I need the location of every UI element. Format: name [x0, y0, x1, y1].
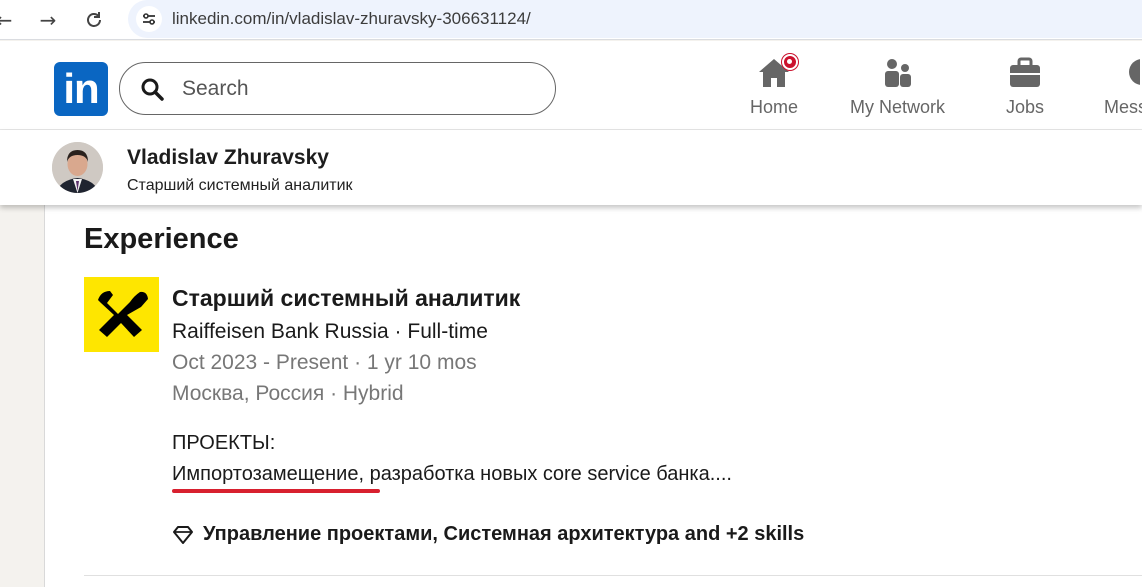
- notification-badge: [782, 54, 798, 70]
- browser-toolbar: ← → linkedin.com/in/vladislav-zhuravsky-…: [0, 0, 1142, 40]
- red-underline-annotation: [172, 489, 380, 493]
- nav-messaging-label: Mess: [1104, 97, 1142, 117]
- home-icon: [756, 54, 798, 91]
- messaging-icon: [1104, 55, 1142, 91]
- search-icon: [141, 78, 164, 101]
- dates-line: Oct 2023 - Present · 1 yr 10 mos: [172, 351, 477, 374]
- divider: [84, 575, 1142, 576]
- linkedin-logo[interactable]: in: [54, 62, 108, 116]
- profile-headline: Старший системный аналитик: [127, 177, 353, 194]
- company-line: Raiffeisen Bank Russia · Full-time: [172, 320, 488, 343]
- arrow-left-icon[interactable]: ←: [0, 6, 18, 34]
- experience-card: Experience Старший системный аналитик Ra…: [44, 205, 1142, 587]
- raiffeisen-logo[interactable]: [84, 277, 159, 352]
- projects-label: ПРОЕКТЫ:: [172, 432, 276, 454]
- nav-messaging[interactable]: Mess: [1104, 55, 1142, 123]
- nav-jobs[interactable]: Jobs: [1006, 55, 1044, 123]
- network-icon: [880, 55, 916, 91]
- nav-my-network-label: My Network: [850, 97, 946, 117]
- diamond-icon: [173, 525, 193, 544]
- section-title: Experience: [84, 223, 239, 255]
- sticky-profile-bar: Vladislav Zhuravsky Старший системный ан…: [0, 130, 1142, 205]
- nav-home[interactable]: Home: [750, 54, 799, 123]
- nav-jobs-label: Jobs: [1006, 97, 1045, 117]
- nav-my-network[interactable]: My Network: [850, 55, 945, 123]
- reload-icon[interactable]: [80, 6, 108, 34]
- job-title[interactable]: Старший системный аналитик: [172, 285, 520, 312]
- search-input[interactable]: [182, 75, 542, 103]
- job-description[interactable]: Импортозамещение, разработка новых core …: [172, 463, 732, 486]
- skills-text: Управление проектами, Системная архитект…: [203, 523, 805, 545]
- linkedin-header: in Home My Network Jobs Mess: [0, 41, 1142, 130]
- location-line: Москва, Россия · Hybrid: [172, 382, 404, 405]
- url-text[interactable]: linkedin.com/in/vladislav-zhuravsky-3066…: [172, 9, 531, 29]
- skills-row[interactable]: Управление проектами, Системная архитект…: [172, 523, 804, 546]
- profile-name: Vladislav Zhuravsky: [127, 146, 329, 169]
- nav-home-label: Home: [750, 97, 799, 117]
- address-bar[interactable]: linkedin.com/in/vladislav-zhuravsky-3066…: [128, 0, 1142, 38]
- avatar[interactable]: [52, 142, 103, 193]
- briefcase-icon: [1007, 55, 1043, 91]
- site-info-icon[interactable]: [136, 6, 162, 32]
- arrow-right-icon[interactable]: →: [34, 6, 62, 34]
- search-box[interactable]: [119, 62, 556, 115]
